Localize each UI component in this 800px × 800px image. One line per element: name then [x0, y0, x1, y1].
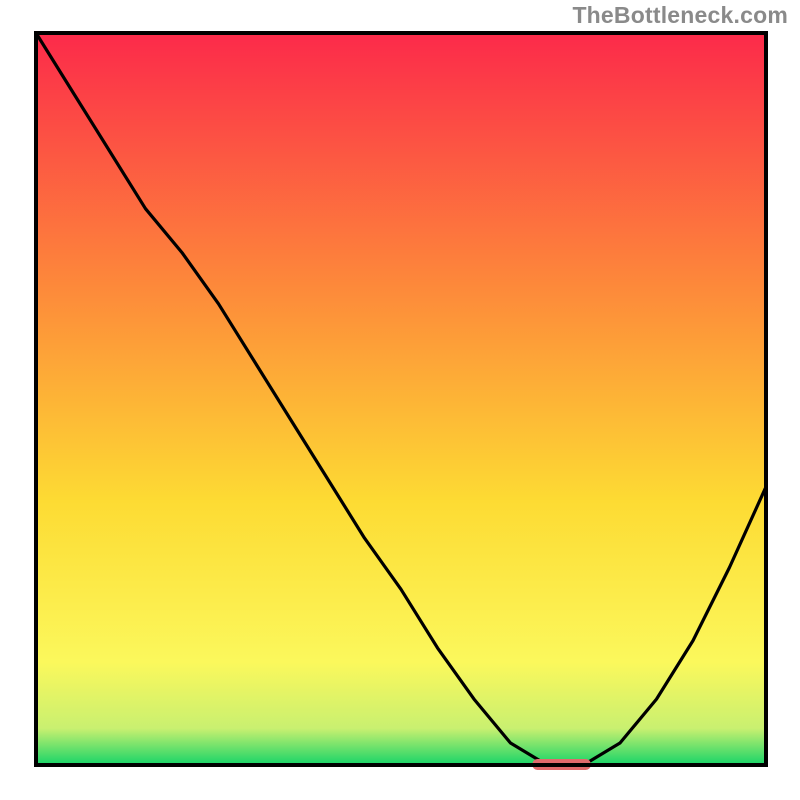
- bottleneck-curve-chart: [0, 0, 800, 800]
- watermark-text: TheBottleneck.com: [572, 2, 788, 29]
- chart-container: TheBottleneck.com: [0, 0, 800, 800]
- gradient-background: [36, 33, 766, 765]
